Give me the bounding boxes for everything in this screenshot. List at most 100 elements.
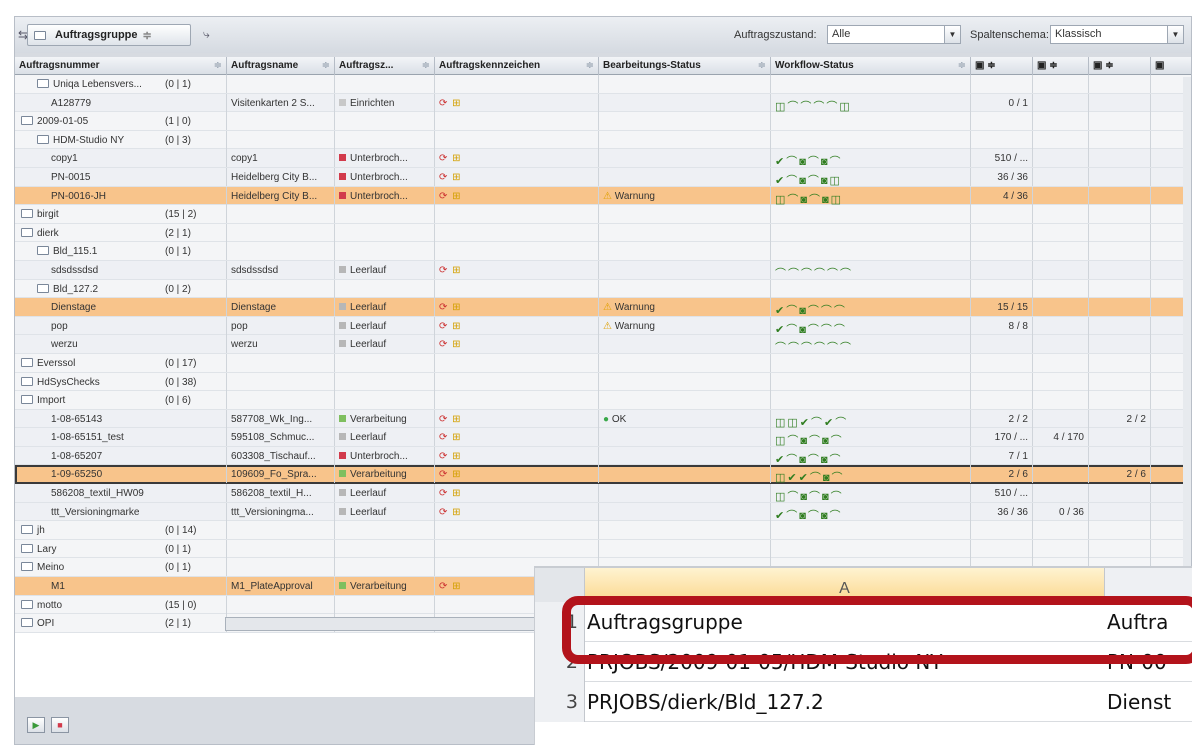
table-row[interactable]: HDM-Studio NY (0 | 3)	[15, 130, 1191, 150]
schema-combo[interactable]: Klassisch ▼	[1050, 25, 1184, 44]
order-number-cell[interactable]: werzu	[15, 335, 227, 354]
table-row[interactable]: PN-0015 Heidelberg City B... Unterbroch...…	[15, 167, 1191, 187]
table-row[interactable]: 586208_textil_HW09 586208_textil_H... Leer…	[15, 484, 1191, 503]
order-number-cell[interactable]: motto (15 | 0)	[15, 595, 227, 614]
header-plate-icon[interactable]: ▣ ≑	[1033, 57, 1089, 75]
stop-button[interactable]: ■	[51, 717, 69, 733]
folder-icon[interactable]	[37, 134, 49, 144]
order-number-cell[interactable]: OPI (2 | 1)	[15, 614, 227, 633]
folder-icon[interactable]	[37, 79, 49, 88]
header-workflow-status[interactable]: Workflow-Status ≑	[771, 57, 971, 75]
table-row[interactable]: Bld_115.1 (0 | 1)	[15, 242, 1191, 261]
table-row[interactable]: Everssol (0 | 17)	[15, 353, 1191, 373]
order-number-cell[interactable]: HDM-Studio NY (0 | 3)	[15, 130, 227, 149]
order-number-cell[interactable]: Bld_115.1 (0 | 1)	[15, 242, 227, 261]
order-number-cell[interactable]: jh (0 | 14)	[15, 521, 227, 540]
folder-icon[interactable]	[21, 562, 33, 572]
header-processing-status[interactable]: Bearbeitungs-Status ≑	[599, 57, 771, 75]
order-number-cell[interactable]: Uniqa Lebensvers... (0 | 1)	[15, 75, 227, 93]
table-row[interactable]: 2009-01-05 (1 | 0)	[15, 112, 1191, 131]
header-order-number[interactable]: Auftragsnummer ≑	[15, 57, 227, 75]
order-number-cell[interactable]: 1-09-65250	[15, 465, 227, 484]
excel-cell-b3[interactable]: Dienst	[1107, 690, 1171, 714]
table-row[interactable]: pop pop Leerlauf ⟳ ⊞ ⚠ Warnung ✔⌒◙⌒⌒⌒ 8 / 8	[15, 316, 1191, 336]
order-number-cell[interactable]: Meino (0 | 1)	[15, 558, 227, 577]
play-button[interactable]: ▶	[27, 717, 45, 733]
table-row[interactable]: werzu werzu Leerlauf ⟳ ⊞ ⌒⌒⌒⌒⌒⌒	[15, 335, 1191, 354]
order-number-cell[interactable]: 1-08-65143	[15, 409, 227, 428]
table-row[interactable]: dierk (2 | 1)	[15, 223, 1191, 243]
order-number-cell[interactable]: Lary (0 | 1)	[15, 539, 227, 558]
folder-icon[interactable]	[37, 283, 49, 293]
order-number-cell[interactable]: PN-0016-JH	[15, 186, 227, 205]
group-selector-button[interactable]: Auftragsgruppe ≑	[27, 24, 191, 46]
chevron-down-icon[interactable]: ▼	[944, 26, 960, 43]
order-number-cell[interactable]: ttt_Versioningmarke	[15, 502, 227, 521]
order-number-cell[interactable]: HdSysChecks (0 | 38)	[15, 372, 227, 391]
table-row[interactable]: sdsdssdsd sdsdssdsd Leerlauf ⟳ ⊞ ⌒⌒⌒⌒⌒⌒	[15, 260, 1191, 280]
processing-status-cell	[599, 167, 771, 186]
header-quantity-icon[interactable]: ▣ ≑	[971, 57, 1033, 75]
folder-icon[interactable]	[21, 395, 33, 405]
state-combo[interactable]: Alle ▼	[827, 25, 961, 44]
table-row[interactable]: copy1 copy1 Unterbroch... ⟳ ⊞ ✔⌒◙⌒◙⌒ 510 / ..…	[15, 149, 1191, 168]
order-number-cell[interactable]: Bld_127.2 (0 | 2)	[15, 279, 227, 298]
folder-icon[interactable]	[21, 376, 33, 386]
table-row[interactable]: A128779 Visitenkarten 2 S... Einrichten ⟳ ⊞…	[15, 93, 1191, 113]
table-row[interactable]: Dienstage Dienstage Leerlauf ⟳ ⊞ ⚠ Warnung ✔⌒…	[15, 298, 1191, 317]
order-number-cell[interactable]: dierk (2 | 1)	[15, 223, 227, 242]
header-extra-icon[interactable]: ▣	[1151, 57, 1191, 75]
header-sheet-icon[interactable]: ▣ ≑	[1089, 57, 1151, 75]
table-row[interactable]: birgit (15 | 2)	[15, 205, 1191, 224]
folder-icon[interactable]	[21, 227, 33, 237]
order-number-cell[interactable]: 1-08-65151_test	[15, 428, 227, 447]
order-number-cell[interactable]: pop	[15, 316, 227, 335]
order-number-cell[interactable]: M1	[15, 577, 227, 596]
order-number-cell[interactable]: 1-08-65207	[15, 446, 227, 465]
folder-icon[interactable]	[21, 525, 33, 535]
order-number-cell[interactable]: A128779	[15, 93, 227, 112]
table-row[interactable]: 1-09-65250 109609_Fo_Spra... Verarbeitung ⟳…	[15, 465, 1191, 485]
folder-icon[interactable]	[21, 116, 33, 126]
excel-cell-a3[interactable]: PRJOBS/dierk/Bld_127.2	[587, 690, 824, 714]
header-order-flags[interactable]: Auftragskennzeichen ≑	[435, 57, 599, 75]
folder-icon[interactable]	[37, 246, 49, 256]
folder-icon[interactable]	[21, 209, 33, 219]
horizontal-scrollbar[interactable]	[225, 617, 545, 631]
plate-count-cell	[1033, 391, 1089, 410]
sheet-count-cell	[1089, 428, 1151, 447]
table-row[interactable]: Bld_127.2 (0 | 2)	[15, 279, 1191, 299]
table-row[interactable]: 1-08-65207 603308_Tischauf... Unterbroch..…	[15, 446, 1191, 466]
folder-icon[interactable]	[21, 618, 33, 628]
table-row[interactable]: HdSysChecks (0 | 38)	[15, 372, 1191, 392]
order-number-cell[interactable]: Dienstage	[15, 298, 227, 317]
table-row[interactable]: Lary (0 | 1)	[15, 539, 1191, 559]
order-number-cell[interactable]: birgit (15 | 2)	[15, 205, 227, 224]
order-number-cell[interactable]: Import (0 | 6)	[15, 391, 227, 410]
chevron-down-icon[interactable]: ▼	[1167, 26, 1183, 43]
header-order-name[interactable]: Auftragsname ≑	[227, 57, 335, 75]
order-number-cell[interactable]: 2009-01-05 (1 | 0)	[15, 112, 227, 131]
table-row[interactable]: Import (0 | 6)	[15, 391, 1191, 410]
table-row[interactable]: Uniqa Lebensvers... (0 | 1)	[15, 75, 1191, 94]
header-order-state[interactable]: Auftragsz... ≑	[335, 57, 435, 75]
order-number-cell[interactable]: sdsdssdsd	[15, 260, 227, 279]
table-row[interactable]: PN-0016-JH Heidelberg City B... Unterbroch…	[15, 186, 1191, 206]
plate-count-cell-text: 4 / 170	[1053, 432, 1084, 444]
folder-icon[interactable]	[21, 599, 33, 609]
folder-icon[interactable]	[21, 543, 33, 553]
child-count: (0 | 38)	[165, 376, 197, 388]
excel-row-number[interactable]: 3	[535, 682, 585, 722]
table-row[interactable]: 1-08-65151_test 595108_Schmuc... Leerlauf ⟳…	[15, 428, 1191, 447]
table-row[interactable]: ttt_Versioningmarke ttt_Versioningma... Le…	[15, 502, 1191, 522]
order-state-cell: Leerlauf	[335, 316, 435, 335]
order-number-cell[interactable]: PN-0015	[15, 167, 227, 186]
order-number-cell[interactable]: Everssol (0 | 17)	[15, 353, 227, 372]
folder-icon[interactable]	[21, 357, 33, 367]
order-number-cell[interactable]: copy1	[15, 149, 227, 168]
table-row[interactable]: 1-08-65143 587708_Wk_Ing... Verarbeitung ⟳ …	[15, 409, 1191, 429]
order-number-cell[interactable]: 586208_textil_HW09	[15, 484, 227, 503]
sheet-count-cell	[1089, 260, 1151, 279]
table-row[interactable]: jh (0 | 14)	[15, 521, 1191, 540]
filter-icon[interactable]: ⤷	[203, 27, 210, 42]
